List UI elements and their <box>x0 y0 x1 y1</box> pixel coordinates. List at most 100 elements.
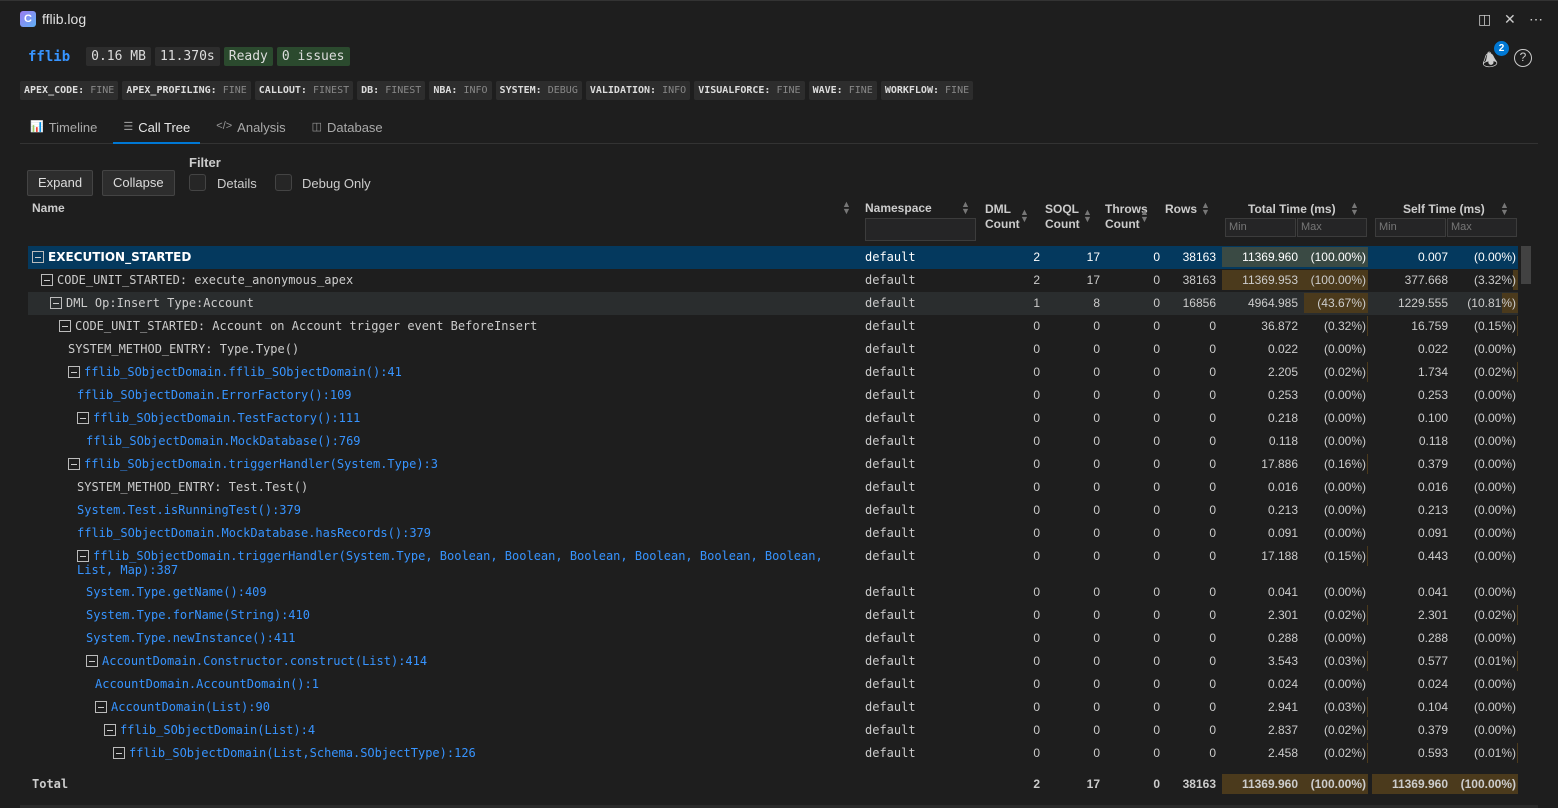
column-rows[interactable]: Rows <box>1165 202 1197 217</box>
throws-count-cell: 0 <box>1153 585 1160 599</box>
rows-cell: 0 <box>1209 700 1216 714</box>
debug-level-badge: VISUALFORCE: FINE <box>694 81 805 100</box>
namespace-cell: default <box>865 503 916 517</box>
collapse-toggle-icon[interactable] <box>68 458 80 470</box>
issues-badge[interactable]: 0 issues <box>276 47 350 66</box>
tab-timeline[interactable]: 📊 Timeline <box>20 113 107 144</box>
namespace-filter-input[interactable] <box>865 218 976 241</box>
sort-icon[interactable]: ▲ ▼ <box>1083 208 1092 224</box>
self-time-cell: 11369.960 (100.00%) <box>1372 773 1518 796</box>
collapse-toggle-icon[interactable] <box>95 701 107 713</box>
collapse-toggle-icon[interactable] <box>41 274 53 286</box>
node-name: fflib_SObjectDomain.TestFactory():111 <box>93 411 361 425</box>
table-row[interactable]: AccountDomain.Constructor.construct(List… <box>28 650 1518 673</box>
table-row[interactable]: fflib_SObjectDomain.TestFactory():111 def… <box>28 407 1518 430</box>
collapse-toggle-icon[interactable] <box>59 320 71 332</box>
collapse-toggle-icon[interactable] <box>86 655 98 667</box>
table-row[interactable]: fflib_SObjectDomain.triggerHandler(Syste… <box>28 453 1518 476</box>
column-soql-count[interactable]: SOQL Count <box>1045 202 1080 232</box>
column-namespace[interactable]: Namespace <box>865 201 932 216</box>
table-row[interactable]: CODE_UNIT_STARTED: Account on Account tr… <box>28 315 1518 338</box>
rows-cell: 0 <box>1209 503 1216 517</box>
column-dml-count[interactable]: DML Count <box>985 202 1020 232</box>
throws-count-cell: 0 <box>1153 549 1160 563</box>
self-min-input[interactable]: Min <box>1375 218 1446 237</box>
collapse-toggle-icon[interactable] <box>77 550 89 562</box>
self-time-value: 16.759 <box>1411 319 1448 333</box>
self-time-cell: 0.213 (0.00%) <box>1372 499 1518 522</box>
node-name: CODE_UNIT_STARTED: Account on Account tr… <box>75 319 538 333</box>
name-cell: SYSTEM_METHOD_ENTRY: Test.Test() <box>77 480 832 494</box>
table-row[interactable]: EXECUTION_STARTED default 2 17 0 38163 11369.9… <box>28 246 1518 269</box>
self-time-value: 0.016 <box>1417 480 1448 494</box>
self-time-value: 0.379 <box>1417 457 1448 471</box>
node-name: fflib_SObjectDomain.MockDatabase.hasReco… <box>77 526 432 540</box>
total-time-percent: (0.15%) <box>1323 549 1366 563</box>
table-row[interactable]: fflib_SObjectDomain(List):4 default 0 0 0 0 2.… <box>28 719 1518 742</box>
split-editor-icon[interactable]: ◫ <box>1478 11 1491 28</box>
tab-analysis[interactable]: </> Analysis <box>206 113 295 144</box>
debug-only-checkbox[interactable] <box>275 174 292 191</box>
table-row[interactable]: SYSTEM_METHOD_ENTRY: Test.Test() default 0… <box>28 476 1518 499</box>
sort-icon[interactable]: ▲ ▼ <box>1020 208 1029 224</box>
column-self-time[interactable]: Self Time (ms) <box>1403 202 1485 217</box>
sort-icon[interactable]: ▲ ▼ <box>1201 201 1210 217</box>
collapse-toggle-icon[interactable] <box>50 297 62 309</box>
column-total-time[interactable]: Total Time (ms) <box>1248 202 1336 217</box>
more-actions-icon[interactable]: ⋯ <box>1529 11 1543 28</box>
expand-button[interactable]: Expand <box>27 170 94 196</box>
tab-call-tree[interactable]: ☰ Call Tree <box>113 113 201 144</box>
table-row[interactable]: System.Test.isRunningTest():379 default 0 0… <box>28 499 1518 522</box>
table-row[interactable]: DML Op:Insert Type:Account default 1 8 0 1685… <box>28 292 1518 315</box>
node-name: CODE_UNIT_STARTED: execute_anonymous_ape… <box>57 273 354 287</box>
sort-icon[interactable]: ▲ ▼ <box>961 200 970 216</box>
column-name[interactable]: Name <box>32 201 65 216</box>
help-icon[interactable]: ? <box>1514 49 1532 67</box>
table-row[interactable]: CODE_UNIT_STARTED: execute_anonymous_ape… <box>28 269 1518 292</box>
table-row[interactable]: fflib_SObjectDomain(List,Schema.SObjectT… <box>28 742 1518 765</box>
close-icon[interactable]: ✕ <box>1504 11 1516 28</box>
table-row[interactable]: System.Type.newInstance():411 default 0 0 0 0… <box>28 627 1518 650</box>
sort-icon[interactable]: ▲ ▼ <box>842 200 851 216</box>
table-row[interactable]: fflib_SObjectDomain.MockDatabase():769 de… <box>28 430 1518 453</box>
self-time-value: 0.593 <box>1417 746 1448 760</box>
total-time-bar <box>1366 454 1368 474</box>
collapse-toggle-icon[interactable] <box>104 724 116 736</box>
node-name: System.Type.newInstance():411 <box>86 631 296 645</box>
table-row[interactable]: System.Type.getName():409 default 0 0 0 0 0.04… <box>28 581 1518 604</box>
table-row[interactable]: fflib_SObjectDomain.MockDatabase.hasReco… <box>28 522 1518 545</box>
total-time-value: 2.941 <box>1267 700 1298 714</box>
collapse-button[interactable]: Collapse <box>102 170 175 196</box>
table-row[interactable]: AccountDomain(List):90 default 0 0 0 0 2.941 (0… <box>28 696 1518 719</box>
sort-icon[interactable]: ▲ ▼ <box>1500 201 1509 217</box>
level-value: INFO <box>662 85 687 96</box>
table-row[interactable]: fflib_SObjectDomain.ErrorFactory():109 de… <box>28 384 1518 407</box>
self-max-input[interactable]: Max <box>1447 218 1517 237</box>
self-time-bar <box>1516 362 1518 382</box>
namespace-cell: default <box>865 608 916 622</box>
sort-icon[interactable]: ▲ ▼ <box>1140 208 1149 224</box>
collapse-toggle-icon[interactable] <box>113 747 125 759</box>
namespace-cell: default <box>865 296 916 310</box>
table-row[interactable]: SYSTEM_METHOD_ENTRY: Type.Type() default 0… <box>28 338 1518 361</box>
sort-icon[interactable]: ▲ ▼ <box>1350 201 1359 217</box>
details-checkbox[interactable] <box>189 174 206 191</box>
dml-count-cell: 2 <box>1033 777 1040 791</box>
tab-database[interactable]: ◫ Database <box>302 113 393 144</box>
table-row[interactable]: fflib_SObjectDomain.fflib_SObjectDomain(… <box>28 361 1518 384</box>
total-max-input[interactable]: Max <box>1297 218 1367 237</box>
vertical-scrollbar[interactable] <box>1521 246 1531 284</box>
rows-cell: 38163 <box>1182 250 1216 264</box>
collapse-toggle-icon[interactable] <box>77 412 89 424</box>
total-min-input[interactable]: Min <box>1225 218 1296 237</box>
throws-count-cell: 0 <box>1153 723 1160 737</box>
collapse-toggle-icon[interactable] <box>32 251 44 263</box>
self-time-bar <box>1516 743 1518 763</box>
table-row[interactable]: fflib_SObjectDomain.triggerHandler(Syste… <box>28 545 1518 581</box>
table-row[interactable]: AccountDomain.AccountDomain():1 default 0 0… <box>28 673 1518 696</box>
table-row[interactable]: System.Type.forName(String):410 default 0 0… <box>28 604 1518 627</box>
collapse-toggle-icon[interactable] <box>68 366 80 378</box>
self-time-percent: (0.00%) <box>1473 388 1516 402</box>
rows-cell: 0 <box>1209 457 1216 471</box>
throws-count-cell: 0 <box>1153 319 1160 333</box>
